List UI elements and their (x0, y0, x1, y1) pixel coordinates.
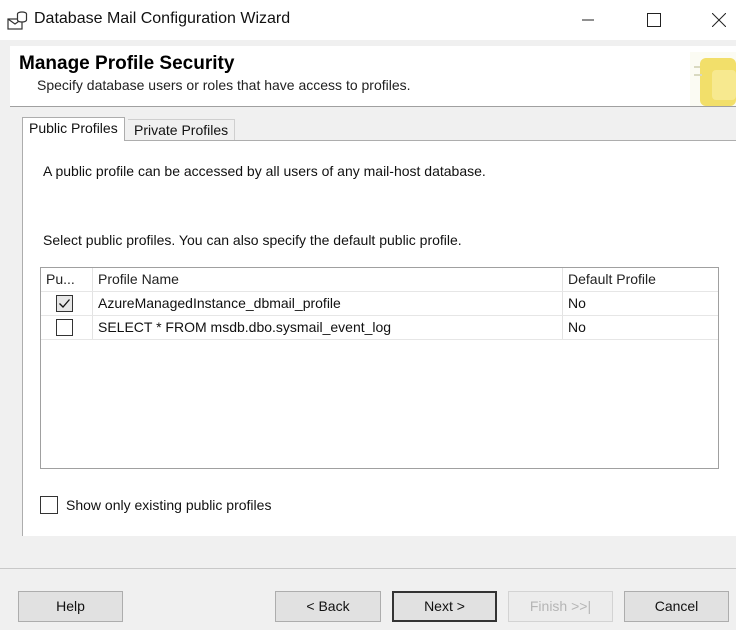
checkmark-icon (59, 299, 70, 308)
public-checkbox[interactable] (56, 319, 73, 336)
show-existing-label[interactable]: Show only existing public profiles (66, 496, 271, 514)
column-header-profile-name[interactable]: Profile Name (92, 268, 562, 291)
default-profile-cell[interactable]: No (562, 316, 718, 339)
tab-public-profiles[interactable]: Public Profiles (22, 117, 125, 141)
table-row[interactable]: SELECT * FROM msdb.dbo.sysmail_event_log… (41, 316, 718, 340)
public-checkbox[interactable] (56, 295, 73, 312)
footer-divider (0, 568, 736, 569)
show-existing-checkbox[interactable] (40, 496, 58, 514)
public-profiles-panel: A public profile can be accessed by all … (22, 140, 736, 536)
help-button[interactable]: Help (18, 591, 123, 622)
table-row[interactable]: AzureManagedInstance_dbmail_profile No (41, 292, 718, 316)
public-cell (41, 292, 92, 315)
maximize-button[interactable] (631, 0, 677, 40)
close-button[interactable] (696, 0, 736, 40)
window-title: Database Mail Configuration Wizard (34, 10, 291, 27)
profiles-grid: Pu... Profile Name Default Profile Azure… (40, 267, 719, 469)
maximize-icon (647, 13, 661, 27)
header-divider (10, 106, 736, 107)
finish-button[interactable]: Finish >>| (508, 591, 613, 622)
page-title: Manage Profile Security (19, 53, 235, 74)
profile-name-cell: AzureManagedInstance_dbmail_profile (92, 292, 562, 315)
grid-header-row: Pu... Profile Name Default Profile (41, 268, 718, 292)
column-header-default-profile[interactable]: Default Profile (562, 268, 718, 291)
public-cell (41, 316, 92, 339)
panel-description: A public profile can be accessed by all … (43, 163, 486, 179)
profile-name-cell: SELECT * FROM msdb.dbo.sysmail_event_log (92, 316, 562, 339)
column-header-public[interactable]: Pu... (41, 268, 92, 291)
back-button[interactable]: < Back (275, 591, 381, 622)
page-subtitle: Specify database users or roles that hav… (37, 77, 411, 93)
wizard-header: Manage Profile Security Specify database… (10, 46, 736, 106)
database-mail-icon (6, 9, 28, 31)
close-icon (712, 13, 726, 27)
panel-instruction: Select public profiles. You can also spe… (43, 232, 462, 248)
minimize-icon (582, 19, 594, 21)
wizard-window: Database Mail Configuration Wizard Manag… (0, 0, 736, 630)
wizard-banner-icon (690, 52, 736, 106)
title-bar: Database Mail Configuration Wizard (0, 0, 736, 40)
cancel-button[interactable]: Cancel (624, 591, 729, 622)
default-profile-cell[interactable]: No (562, 292, 718, 315)
next-button[interactable]: Next > (392, 591, 497, 622)
tab-private-profiles[interactable]: Private Profiles (128, 119, 236, 140)
minimize-button[interactable] (565, 0, 611, 40)
